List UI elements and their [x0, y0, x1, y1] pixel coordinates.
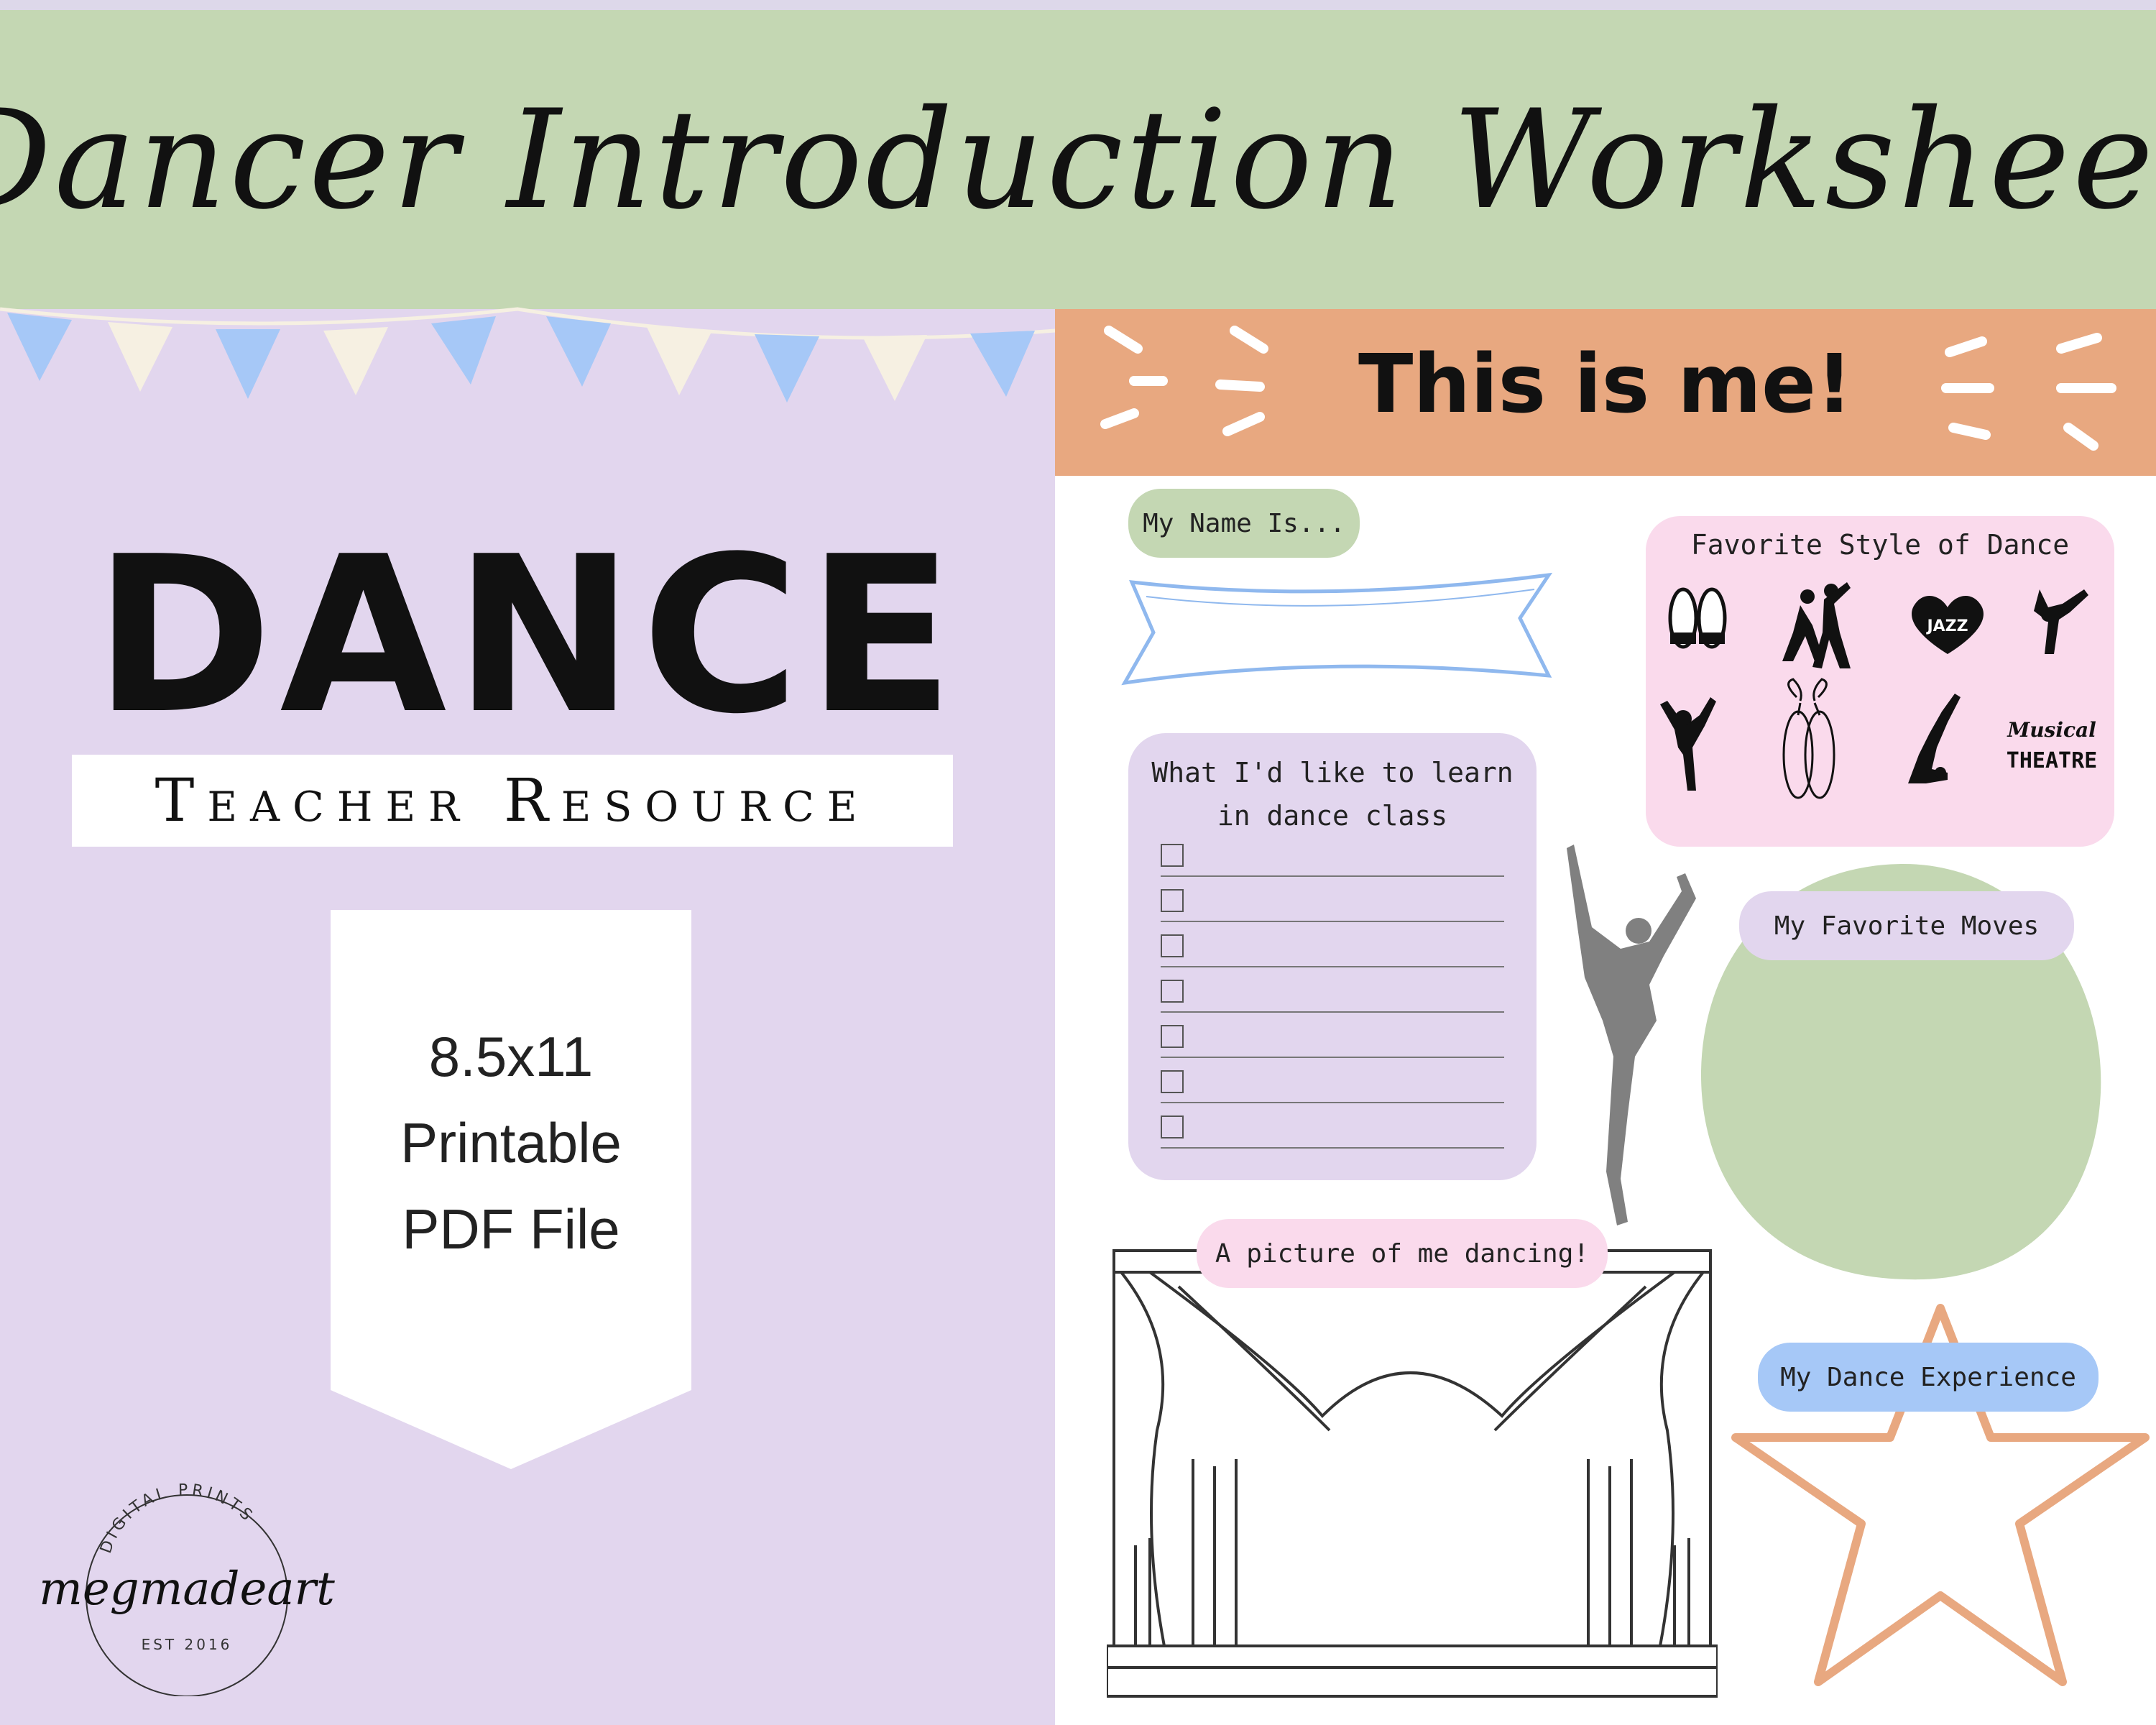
subtitle-box: Teacher Resource [72, 755, 953, 847]
dance-experience-pill: My Dance Experience [1758, 1343, 2099, 1412]
checkbox[interactable] [1161, 844, 1184, 867]
pennant-line-printable: Printable [400, 1111, 622, 1174]
acro-dancer-icon[interactable] [1908, 694, 1961, 783]
breakdance-icon[interactable] [2034, 589, 2088, 654]
bunting-flag [970, 331, 1035, 397]
favorite-style-title: Favorite Style of Dance [1690, 529, 2070, 561]
checklist-row[interactable] [1161, 841, 1504, 877]
top-band [0, 0, 2156, 10]
theatre-label: THEATRE [2007, 748, 2097, 773]
name-label-pill: My Name Is... [1128, 489, 1360, 558]
checkbox[interactable] [1161, 934, 1184, 957]
checkbox[interactable] [1161, 1116, 1184, 1138]
page-title: Dancer Introduction Worksheet [0, 80, 2156, 239]
checkbox[interactable] [1161, 1070, 1184, 1093]
jazz-heart-icon[interactable]: JAZZ [1912, 596, 1984, 654]
ballroom-couple-icon[interactable] [1782, 582, 1851, 668]
svg-text:DIGITAL PRINTS: DIGITAL PRINTS [97, 1481, 258, 1556]
tap-shoes-icon[interactable] [1668, 587, 1727, 649]
bunting-flag [108, 322, 172, 392]
checklist-row[interactable] [1161, 1022, 1504, 1058]
logo-arc-text: DIGITAL PRINTS [97, 1481, 254, 1556]
learn-title: What I'd like to learn in dance class [1128, 751, 1537, 837]
musical-theatre-icon[interactable]: Musical THEATRE [2007, 718, 2097, 773]
pennant-line-size: 8.5x11 [428, 1025, 594, 1088]
bunting-flag [647, 327, 711, 395]
checkbox[interactable] [1161, 980, 1184, 1003]
bunting-flag [216, 329, 280, 399]
ballerina-silhouette-icon [1567, 845, 1696, 1225]
jazz-label: JAZZ [1925, 617, 1968, 635]
logo-est: EST 2016 [142, 1636, 233, 1653]
dance-style-icons: JAZZ Musical THEATRE [1660, 582, 2097, 799]
pointe-shoes-icon[interactable] [1782, 678, 1835, 799]
pennant-line-file: PDF File [402, 1197, 620, 1261]
bunting-flag [862, 335, 927, 401]
checkbox[interactable] [1161, 1025, 1184, 1048]
pennant-text: 8.5x11 Printable PDF File [331, 1013, 691, 1272]
checkbox[interactable] [1161, 889, 1184, 912]
learn-title-line1: What I'd like to learn [1151, 757, 1514, 788]
logo-script: megmadeart [39, 1563, 335, 1616]
checklist-row[interactable] [1161, 1067, 1504, 1103]
dance-headline: DANCE [93, 510, 962, 761]
checklist-row[interactable] [1161, 977, 1504, 1013]
favorite-moves-pill: My Favorite Moves [1739, 891, 2074, 960]
checklist-row[interactable] [1161, 1113, 1504, 1149]
checklist-row[interactable] [1161, 886, 1504, 922]
contemporary-dancer-icon[interactable] [1660, 697, 1716, 791]
brand-logo: DIGITAL PRINTS megmadeart EST 2016 [39, 1481, 335, 1696]
bunting-flag [431, 316, 496, 385]
name-ribbon-field[interactable] [1110, 568, 1556, 690]
theatre-stage-icon [1107, 1249, 1718, 1698]
bunting-garland [0, 307, 1055, 402]
bunting-flag [323, 327, 388, 395]
banner-heading: This is me! [1358, 338, 1853, 431]
header-banner: Dancer Introduction Worksheet [0, 10, 2156, 309]
picture-label-pill: A picture of me dancing! [1197, 1219, 1608, 1288]
bunting-flag [546, 316, 611, 387]
musical-label: Musical [2007, 718, 2096, 742]
bunting-flag [7, 313, 72, 381]
learn-title-line2: in dance class [1217, 800, 1448, 832]
checklist-row[interactable] [1161, 932, 1504, 967]
subtitle: Teacher Resource [155, 766, 870, 835]
bunting-flag [755, 334, 819, 402]
